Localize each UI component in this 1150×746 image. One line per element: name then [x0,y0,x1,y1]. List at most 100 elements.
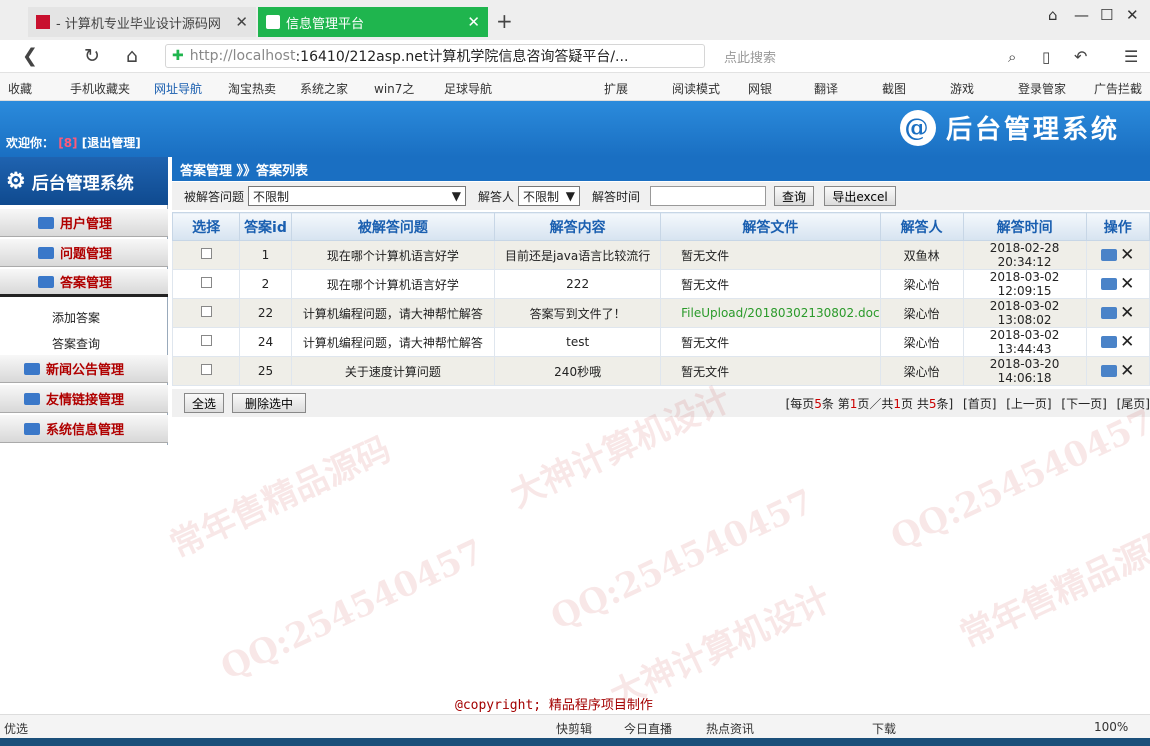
delete-icon[interactable]: ✕ [1120,332,1134,352]
cell-user: 双鱼林 [879,240,964,270]
bookmark-item[interactable]: 游戏 [950,80,974,97]
status-item[interactable]: 今日直播 [624,720,672,737]
sidebar-item-label: 用户管理 [60,217,113,232]
row-checkbox[interactable] [200,364,212,375]
search-placeholder: 点此搜索 [724,50,777,66]
delete-icon[interactable]: ✕ [1120,303,1134,323]
delete-icon[interactable]: ✕ [1120,274,1134,294]
sidebar-sub-add-answer[interactable]: 添加答案 [52,309,100,326]
close-window-icon[interactable]: ✕ [1126,6,1139,24]
status-item[interactable]: 热点资讯 [706,720,754,737]
bookmark-item[interactable]: 系统之家 [300,80,348,97]
bookmark-item[interactable]: 截图 [882,80,906,97]
zoom-level[interactable]: 100% [1094,720,1128,734]
col-header: 操作 [1085,212,1150,241]
last-page-link[interactable]: [尾页] [1117,397,1150,411]
bookmark-item[interactable]: 收藏 [8,80,32,97]
edit-icon[interactable] [1101,336,1118,348]
bookmarks-bar: 收藏 手机收藏夹 网址导航 淘宝热卖 系统之家 win7之 足球导航 扩展 阅读… [0,73,1150,101]
query-button[interactable]: 查询 [774,186,815,206]
watermark: QQ:254540457 [884,401,1150,559]
bookmark-item[interactable]: 网址导航 [154,80,202,97]
cell-file: 暂无文件 [660,240,881,270]
time-input[interactable] [650,186,767,206]
col-header: 解答人 [879,212,964,241]
sidebar-item-users[interactable]: 用户管理 [0,209,168,237]
sidebar-item-links[interactable]: 友情链接管理 [0,385,168,413]
row-checkbox[interactable] [200,277,212,288]
answerer-select[interactable]: 不限制 ▼ [518,186,581,206]
bookmark-item[interactable]: 广告拦截 [1094,80,1142,97]
edit-icon[interactable] [1101,278,1118,290]
bookmark-item[interactable]: 扩展 [604,80,628,97]
bookmark-item[interactable]: 登录管家 [1018,80,1066,97]
row-checkbox[interactable] [200,335,212,346]
delete-selected-button[interactable]: 删除选中 [232,393,306,413]
refresh-icon[interactable]: ↻ [84,45,100,67]
bookmark-item[interactable]: 翻译 [814,80,838,97]
phone-icon[interactable]: ▯ [1042,48,1050,66]
cell-user: 梁心怡 [879,298,964,328]
cell-file-link[interactable]: FileUpload/20180302130802.doc [660,298,881,328]
browser-tab-active[interactable]: 信息管理平台 ✕ [258,7,488,37]
menu-icon[interactable]: ☰ [1124,47,1138,66]
first-page-link[interactable]: [首页] [963,397,996,411]
undo-icon[interactable]: ↶ [1074,47,1087,66]
cell-question: 计算机编程问题，请大神帮忙解答 [290,298,496,328]
pagination-info: [每页5条 第1页／共1页 共5条] [首页] [上一页] [下一页] [尾页] [786,395,1150,412]
bookmark-item[interactable]: 足球导航 [444,80,492,97]
delete-icon[interactable]: ✕ [1120,361,1134,381]
page-favicon-icon [266,15,280,29]
sidebar-sub-query-answer[interactable]: 答案查询 [52,335,100,352]
select-all-button[interactable]: 全选 [184,393,224,413]
url-field[interactable]: ✚ http://localhost :16410/212asp.net计算机学… [165,44,705,68]
tab-label: - 计算机专业毕业设计源码网 [56,16,221,32]
status-item[interactable]: 快剪辑 [556,720,592,737]
question-select[interactable]: 不限制 ▼ [248,186,467,206]
sidebar-item-answers[interactable]: 答案管理 [0,269,168,297]
address-bar: ❮ ↻ ⌂ ✚ http://localhost :16410/212asp.n… [0,40,1150,73]
cell-time: 2018-03-02 13:08:02 [962,298,1087,328]
cell-file: 暂无文件 [660,269,881,299]
cell-time: 2018-03-20 14:06:18 [962,356,1087,386]
edit-icon[interactable] [1101,249,1118,261]
table-header-row: 选择 答案id 被解答问题 解答内容 解答文件 解答人 解答时间 操作 [171,212,1150,241]
close-tab-icon[interactable]: ✕ [467,13,480,31]
menu-icon [24,422,40,435]
row-checkbox[interactable] [200,248,212,259]
bookmark-item[interactable]: 淘宝热卖 [228,80,276,97]
bookmark-item[interactable]: 网银 [748,80,772,97]
minimize-icon[interactable]: — [1074,6,1089,24]
delete-icon[interactable]: ✕ [1120,245,1134,265]
bookmark-item[interactable]: 手机收藏夹 [70,80,130,97]
sidebar-title: ⚙ 后台管理系统 [0,157,168,205]
edit-icon[interactable] [1101,365,1118,377]
close-tab-icon[interactable]: ✕ [235,13,248,31]
row-checkbox[interactable] [200,306,212,317]
logout-link[interactable]: [退出管理] [82,136,141,150]
sidebar-logo-icon: ⚙ [6,168,26,194]
prev-page-link[interactable]: [上一页] [1006,397,1051,411]
bookmark-item[interactable]: win7之 [374,80,414,97]
url-path: :16410/212asp.net计算机学院信息咨询答疑平台/... [295,49,629,65]
sidebar-item-system[interactable]: 系统信息管理 [0,415,168,443]
pager-text: 页／共 [857,396,894,411]
sidebar-item-questions[interactable]: 问题管理 [0,239,168,267]
export-excel-button[interactable]: 导出excel [824,186,897,206]
bookmark-item[interactable]: 阅读模式 [672,80,720,97]
browser-tab[interactable]: - 计算机专业毕业设计源码网 ✕ [28,7,256,37]
menu-icon [24,362,40,375]
status-item[interactable]: 下载 [872,720,896,737]
maximize-icon[interactable]: ☐ [1100,6,1113,24]
watermark: QQ:254540457 [544,481,820,639]
next-page-link[interactable]: [下一页] [1061,397,1106,411]
sidebar-item-news[interactable]: 新闻公告管理 [0,355,168,383]
search-icon[interactable]: ⌕ [1008,48,1016,66]
home-icon[interactable]: ⌂ [126,45,138,67]
skin-icon[interactable]: ⌂ [1048,6,1058,24]
search-input[interactable]: 点此搜索 [712,44,1037,68]
edit-icon[interactable] [1101,307,1118,319]
filter-bar: 被解答问题 不限制 ▼ 解答人 不限制 ▼ 解答时间 查询 导出excel [172,182,1150,210]
back-icon[interactable]: ❮ [22,45,38,67]
new-tab-icon[interactable]: + [496,9,513,33]
